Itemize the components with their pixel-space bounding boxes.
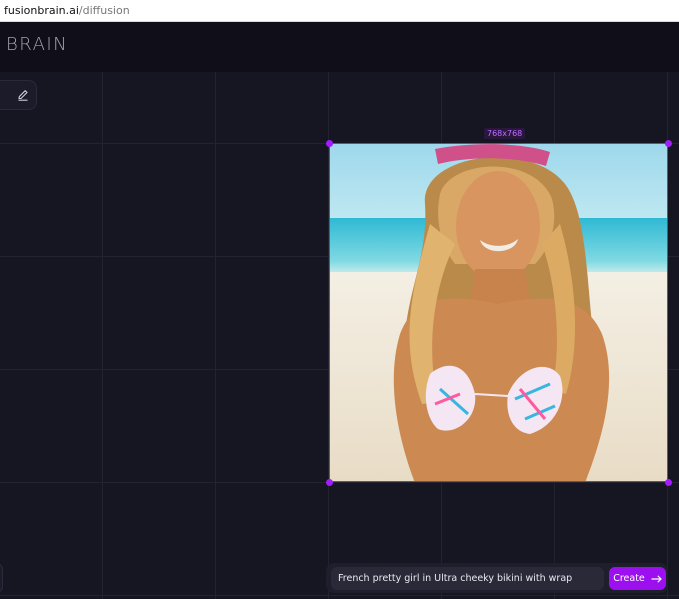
url-host: fusionbrain.ai <box>4 4 79 17</box>
prompt-input[interactable] <box>331 567 604 590</box>
left-panel-stub[interactable] <box>0 563 3 593</box>
resize-handle-bottom-right[interactable] <box>665 479 672 486</box>
resize-handle-bottom-left[interactable] <box>326 479 333 486</box>
image-size-label: 768x768 <box>484 128 526 139</box>
resize-handle-top-right[interactable] <box>665 140 672 147</box>
create-button-label: Create <box>613 573 645 584</box>
pencil-icon[interactable] <box>16 88 30 102</box>
resize-handle-top-left[interactable] <box>326 140 333 147</box>
url-path: /diffusion <box>78 4 130 17</box>
address-bar[interactable]: fusionbrain.ai/diffusion <box>0 0 679 22</box>
top-bar: BRAIN <box>0 22 679 73</box>
create-button[interactable]: Create <box>609 567 666 590</box>
generated-image <box>330 144 667 481</box>
arrow-right-icon <box>651 574 662 583</box>
generated-image-frame[interactable] <box>329 143 668 482</box>
brand-logo[interactable]: BRAIN <box>6 34 68 55</box>
edit-toolbar-pill[interactable] <box>0 80 37 110</box>
